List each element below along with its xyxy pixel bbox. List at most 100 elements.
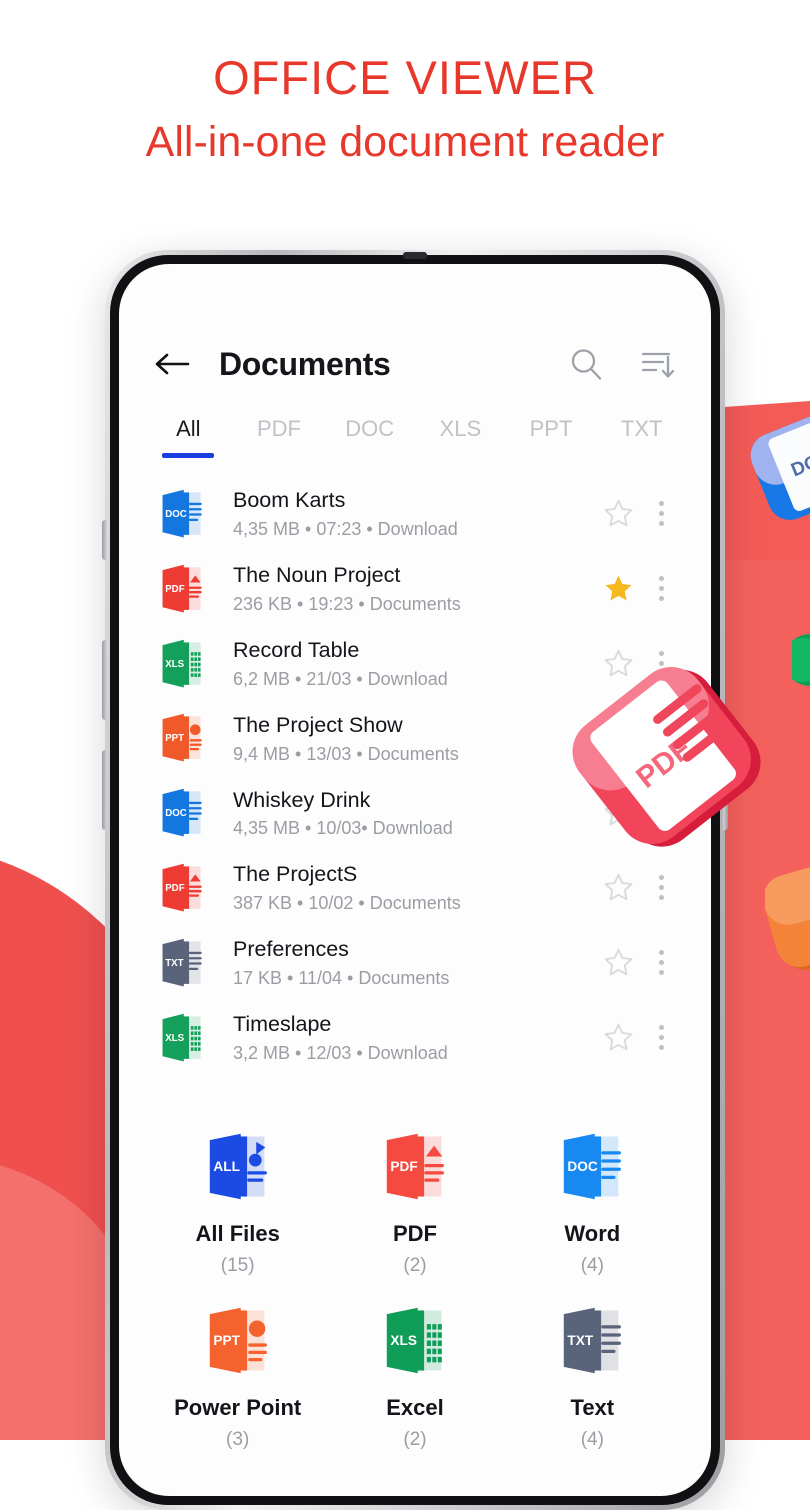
category-count: (4) [580, 1429, 604, 1450]
star-outline-icon[interactable] [603, 947, 634, 978]
file-name: Whiskey Drink [233, 787, 371, 812]
category-label: Excel [386, 1395, 444, 1420]
pdf-file-icon: PDF [162, 863, 202, 912]
category-all-files[interactable]: ALL All Files (15) [149, 1127, 326, 1291]
more-options-icon[interactable] [641, 950, 681, 976]
svg-text:TXT: TXT [568, 1333, 594, 1348]
file-row[interactable]: XLS Timeslape 3,2 MB • 12/03 • Download [119, 1000, 711, 1075]
svg-text:PPT: PPT [165, 734, 184, 745]
file-subtitle: 6,2 MB • 21/03 • Download [233, 668, 448, 689]
file-type-icon-wrap: DOC [153, 787, 211, 838]
category-label: Text [570, 1395, 615, 1420]
more-options-icon[interactable] [641, 1025, 681, 1051]
favorite-toggle[interactable] [595, 872, 641, 903]
tab-label: PPT [529, 416, 573, 441]
category-icon-pdf: PDF [386, 1133, 444, 1199]
file-row[interactable]: DOC Boom Karts 4,35 MB • 07:23 • Download [119, 476, 711, 551]
favorite-toggle[interactable] [595, 498, 641, 529]
star-outline-icon[interactable] [603, 872, 634, 903]
category-icon-xls: XLS [386, 1307, 442, 1373]
file-name: Record Table [233, 637, 360, 662]
category-icon-all: ALL [209, 1133, 267, 1199]
tab-ppt[interactable]: PPT [506, 416, 597, 458]
category-count: (2) [403, 1429, 427, 1450]
file-name: The Noun Project [233, 562, 401, 587]
file-meta: The Project Show 9,4 MB • 13/03 • Documen… [233, 712, 595, 765]
file-meta: Timeslape 3,2 MB • 12/03 • Download [233, 1011, 595, 1064]
tab-pdf[interactable]: PDF [234, 416, 325, 458]
favorite-toggle[interactable] [595, 947, 641, 978]
ppt-file-icon: PPT [162, 714, 202, 762]
phone-bezel: Documents All PDF DOC XLS PPT TXT DOC Boom Kar… [110, 252, 720, 1505]
xls-file-icon: XLS [162, 639, 201, 688]
category-icon-wrap: DOC [504, 1127, 681, 1205]
tab-doc[interactable]: DOC [324, 416, 415, 458]
more-options-icon[interactable] [641, 875, 681, 901]
phone-button-mute[interactable] [102, 520, 107, 560]
category-icon-ppt: PPT [209, 1307, 267, 1373]
more-options-icon[interactable] [641, 575, 681, 601]
tab-txt[interactable]: TXT [596, 416, 687, 458]
back-arrow-icon[interactable] [153, 349, 191, 379]
file-type-icon-wrap: XLS [153, 638, 211, 689]
category-icon-wrap: ALL [149, 1127, 326, 1205]
file-name: Timeslape [233, 1012, 332, 1037]
file-row[interactable]: PDF The Noun Project 236 KB • 19:23 • Docu… [119, 551, 711, 626]
file-row[interactable]: TXT Preferences 17 KB • 11/04 • Documents [119, 925, 711, 1000]
file-subtitle: 17 KB • 11/04 • Documents [233, 968, 450, 989]
category-label: PDF [392, 1221, 437, 1246]
xls-file-icon: XLS [162, 1013, 201, 1062]
svg-text:DOC: DOC [165, 509, 187, 520]
category-word[interactable]: DOC Word (4) [504, 1127, 681, 1291]
svg-text:XLS: XLS [165, 1033, 184, 1044]
tab-xls[interactable]: XLS [415, 416, 506, 458]
category-icon-doc: DOC [564, 1133, 622, 1199]
headline-primary: OFFICE VIEWER [213, 51, 597, 104]
category-grid: ALL All Files (15) PDF PDF (2) DOC Word (4) PPT Po… [119, 1075, 711, 1465]
category-label: All Files [195, 1221, 280, 1246]
star-outline-icon[interactable] [603, 1022, 634, 1053]
star-outline-icon[interactable] [603, 498, 634, 529]
star-filled-icon[interactable] [603, 573, 634, 604]
favorite-toggle[interactable] [595, 573, 641, 604]
file-name: Preferences [233, 937, 349, 962]
phone-button-volume-up[interactable] [102, 640, 107, 720]
file-type-icon-wrap: PDF [153, 563, 211, 614]
headline-secondary: All-in-one document reader [145, 117, 665, 166]
file-meta: The ProjectS 387 KB • 10/02 • Documents [233, 861, 595, 914]
favorite-toggle[interactable] [595, 1022, 641, 1053]
category-excel[interactable]: XLS Excel (2) [326, 1301, 503, 1465]
category-count: (15) [220, 1255, 255, 1276]
svg-text:PDF: PDF [390, 1159, 417, 1174]
pdf-file-icon: PDF [162, 564, 202, 613]
tab-all[interactable]: All [143, 416, 234, 458]
tab-label: All [176, 416, 201, 441]
svg-text:DOC: DOC [568, 1159, 598, 1174]
category-pdf[interactable]: PDF PDF (2) [326, 1127, 503, 1291]
file-row[interactable]: PDF The ProjectS 387 KB • 10/02 • Document… [119, 850, 711, 925]
doc-badge-3d: DOC [750, 410, 810, 520]
category-label: Power Point [174, 1395, 302, 1420]
category-text[interactable]: TXT Text (4) [504, 1301, 681, 1465]
category-power-point[interactable]: PPT Power Point (3) [149, 1301, 326, 1465]
file-name: The Project Show [233, 712, 403, 737]
sort-descending-icon[interactable] [639, 345, 677, 383]
file-meta: Record Table 6,2 MB • 21/03 • Download [233, 637, 595, 690]
file-type-icon-wrap: DOC [153, 488, 211, 539]
txt-file-icon: TXT [162, 938, 202, 987]
file-meta: Preferences 17 KB • 11/04 • Documents [233, 936, 595, 989]
tab-label: XLS [439, 416, 482, 441]
category-icon-wrap: PPT [149, 1301, 326, 1379]
app-header: Documents [119, 264, 711, 392]
phone-speaker-slot [403, 252, 427, 259]
file-subtitle: 4,35 MB • 10/03• Download [233, 818, 453, 839]
search-icon[interactable] [567, 345, 605, 383]
file-subtitle: 3,2 MB • 12/03 • Download [233, 1043, 448, 1063]
svg-text:XLS: XLS [390, 1333, 417, 1348]
file-name: The ProjectS [233, 862, 358, 887]
phone-button-volume-dn[interactable] [102, 750, 107, 830]
svg-text:PDF: PDF [165, 883, 185, 894]
file-type-icon-wrap: XLS [153, 1012, 211, 1063]
file-subtitle: 387 KB • 10/02 • Documents [233, 893, 461, 914]
more-options-icon[interactable] [641, 500, 681, 526]
